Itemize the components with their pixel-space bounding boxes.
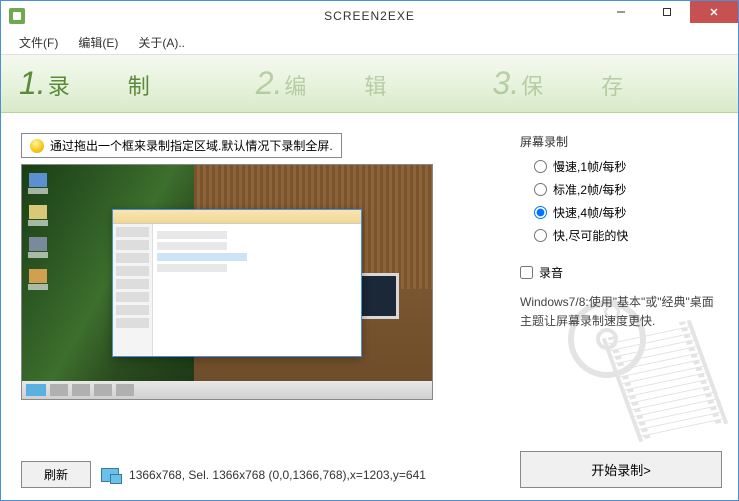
- content-area: 通过拖出一个框来录制指定区域.默认情况下录制全屏.: [1, 113, 738, 500]
- maximize-icon: [662, 7, 672, 17]
- speed-radio[interactable]: [534, 229, 547, 242]
- audio-checkbox-row[interactable]: 录音: [520, 264, 722, 281]
- menu-edit[interactable]: 编辑(E): [68, 31, 128, 54]
- step-number: 3.: [492, 65, 519, 102]
- lightbulb-icon: [30, 139, 44, 153]
- titlebar: SCREEN2EXE: [1, 1, 738, 31]
- window-controls: [598, 1, 738, 31]
- window-title: SCREEN2EXE: [324, 9, 415, 23]
- speed-label: 快,尽可能的快: [553, 227, 628, 244]
- app-icon: [9, 8, 25, 24]
- screen-preview[interactable]: [21, 164, 433, 400]
- app-window: SCREEN2EXE 文件(F) 编辑(E) 关于(A).. 1. 录 制 2.…: [0, 0, 739, 501]
- minimize-icon: [616, 7, 626, 17]
- step-save[interactable]: 3. 保 存: [492, 65, 641, 102]
- step-record[interactable]: 1. 录 制: [19, 65, 168, 102]
- status-text: 1366x768, Sel. 1366x768 (0,0,1366,768),x…: [129, 468, 426, 482]
- steps-bar: 1. 录 制 2. 编 辑 3. 保 存: [1, 55, 738, 113]
- step-number: 1.: [19, 65, 46, 102]
- step-label: 保 存: [521, 69, 641, 101]
- speed-radio[interactable]: [534, 183, 547, 196]
- speed-radio[interactable]: [534, 160, 547, 173]
- speed-radio[interactable]: [534, 206, 547, 219]
- step-label: 编 辑: [284, 69, 404, 101]
- left-pane: 通过拖出一个框来录制指定区域.默认情况下录制全屏.: [21, 133, 504, 488]
- tip-box: 通过拖出一个框来录制指定区域.默认情况下录制全屏.: [21, 133, 342, 158]
- speed-option-slow[interactable]: 慢速,1帧/每秒: [534, 158, 722, 175]
- monitor-icon: [101, 468, 119, 482]
- tip-text: 通过拖出一个框来录制指定区域.默认情况下录制全屏.: [50, 137, 333, 154]
- recording-group-title: 屏幕录制: [520, 133, 722, 150]
- start-recording-button[interactable]: 开始录制>: [520, 451, 722, 488]
- right-pane: 屏幕录制 慢速,1帧/每秒 标准,2帧/每秒 快速,4帧/每秒 快,尽可能的快: [504, 133, 722, 488]
- speed-label: 快速,4帧/每秒: [553, 204, 626, 221]
- preview-selection-overlay: [22, 165, 432, 399]
- speed-label: 慢速,1帧/每秒: [553, 158, 626, 175]
- menu-file[interactable]: 文件(F): [9, 31, 68, 54]
- speed-option-fastest[interactable]: 快,尽可能的快: [534, 227, 722, 244]
- close-button[interactable]: [690, 1, 738, 23]
- speed-option-fast[interactable]: 快速,4帧/每秒: [534, 204, 722, 221]
- speed-label: 标准,2帧/每秒: [553, 181, 626, 198]
- audio-label: 录音: [539, 264, 563, 281]
- speed-radio-group: 慢速,1帧/每秒 标准,2帧/每秒 快速,4帧/每秒 快,尽可能的快: [520, 158, 722, 250]
- step-number: 2.: [256, 65, 283, 102]
- menu-about[interactable]: 关于(A)..: [128, 31, 195, 54]
- step-edit[interactable]: 2. 编 辑: [256, 65, 405, 102]
- menubar: 文件(F) 编辑(E) 关于(A)..: [1, 31, 738, 55]
- status-row: 刷新 1366x768, Sel. 1366x768 (0,0,1366,768…: [21, 449, 504, 488]
- maximize-button[interactable]: [644, 1, 690, 23]
- close-icon: [709, 7, 719, 17]
- audio-checkbox[interactable]: [520, 266, 533, 279]
- speed-option-standard[interactable]: 标准,2帧/每秒: [534, 181, 722, 198]
- minimize-button[interactable]: [598, 1, 644, 23]
- hint-text: Windows7/8:使用"基本"或"经典"桌面主题让屏幕录制速度更快.: [520, 293, 722, 331]
- refresh-button[interactable]: 刷新: [21, 461, 91, 488]
- step-label: 录 制: [48, 69, 168, 101]
